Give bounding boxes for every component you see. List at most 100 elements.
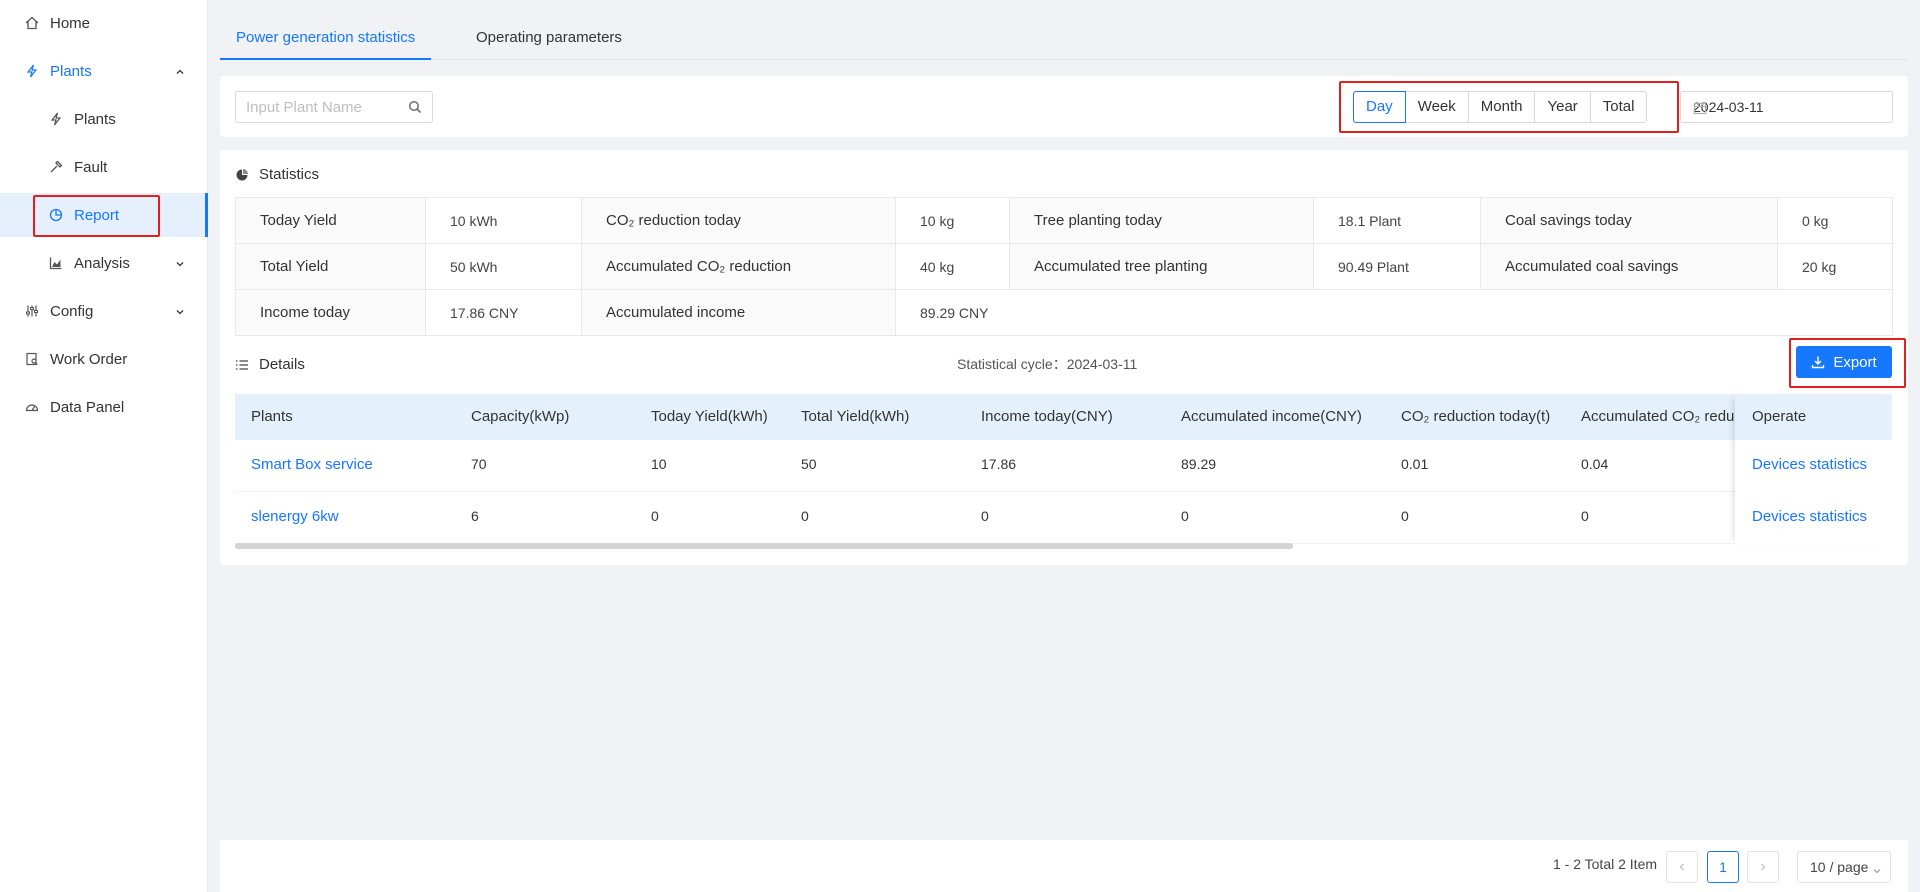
pagination-total: 1 - 2 Total 2 Item: [1553, 856, 1658, 872]
period-selector: Day Week Month Year Total: [1353, 91, 1648, 123]
list-icon: [235, 358, 249, 372]
nav-home[interactable]: Home: [0, 1, 208, 45]
nav-report-label: Report: [74, 206, 120, 224]
col-today-yield: Today Yield(kWh): [651, 408, 768, 425]
col-operate: Operate: [1752, 408, 1807, 425]
sidebar: Home Plants Plants Fault Report Analysis: [0, 0, 208, 892]
filter-bar: Day Week Month Year Total 2024-03-11: [220, 76, 1908, 137]
chevron-down-icon: [174, 257, 186, 269]
col-plants: Plants: [251, 408, 293, 425]
table-cell: 0: [1181, 508, 1189, 524]
search-field[interactable]: [235, 91, 433, 123]
pie-chart-icon: [235, 168, 249, 182]
stat-value: 50 kWh: [425, 243, 582, 290]
chevron-left-icon: [1679, 863, 1684, 871]
home-icon: [24, 15, 40, 31]
nav-analysis[interactable]: Analysis: [0, 241, 208, 285]
table-cell: 0.04: [1581, 456, 1609, 472]
prev-page-button[interactable]: [1666, 851, 1698, 883]
stat-value: 40 kg: [895, 243, 1010, 290]
stat-value: 20 kg: [1777, 243, 1893, 290]
devices-statistics-link[interactable]: Devices statistics: [1752, 456, 1867, 473]
stat-label: Accumulated income: [581, 289, 896, 336]
next-page-button[interactable]: [1747, 851, 1779, 883]
nav-work-order-label: Work Order: [50, 350, 128, 368]
export-button[interactable]: Export: [1796, 346, 1892, 378]
stat-label: Tree planting today: [1009, 197, 1314, 244]
statistics-title: Statistics: [259, 166, 320, 183]
table-header: Plants Capacity(kWp) Today Yield(kWh) To…: [235, 394, 1892, 440]
table-cell: 17.86: [981, 456, 1017, 472]
table-cell: 89.29: [1181, 456, 1217, 472]
col-capacity: Capacity(kWp): [471, 408, 570, 425]
tab-power-generation-statistics[interactable]: Power generation statistics: [220, 18, 432, 60]
nav-analysis-label: Analysis: [74, 254, 130, 272]
details-title: Details: [259, 356, 305, 373]
sliders-icon: [24, 303, 40, 319]
nav-plants-group-label: Plants: [50, 62, 92, 80]
page-size-select[interactable]: 10 / page: [1797, 851, 1891, 883]
period-total-button[interactable]: Total: [1589, 91, 1648, 123]
period-year-button[interactable]: Year: [1534, 91, 1591, 123]
lightning-icon: [24, 63, 40, 79]
col-total-yield: Total Yield(kWh): [801, 408, 910, 425]
stat-value: 10 kWh: [425, 197, 582, 244]
date-picker[interactable]: 2024-03-11: [1680, 91, 1893, 123]
table-row: slenergy 6kw 6 0 0 0 0 0 0: [235, 492, 1892, 544]
nav-work-order[interactable]: Work Order: [0, 337, 208, 381]
chevron-down-icon: [174, 305, 186, 317]
stats-row: Total Yield 50 kWh Accumulated CO₂ reduc…: [235, 243, 1893, 290]
nav-report[interactable]: Report: [0, 193, 208, 237]
table-cell: 0: [981, 508, 989, 524]
nav-config[interactable]: Config: [0, 289, 208, 333]
area-chart-icon: [48, 255, 64, 271]
stat-label: Total Yield: [235, 243, 426, 290]
table-cell: 0: [1581, 508, 1589, 524]
hammer-icon: [48, 159, 64, 175]
plant-name-input[interactable]: [246, 92, 396, 122]
period-day-button[interactable]: Day: [1353, 91, 1406, 123]
search-icon[interactable]: [408, 100, 422, 114]
stat-label: CO₂ reduction today: [581, 197, 896, 244]
stat-label: Accumulated coal savings: [1480, 243, 1778, 290]
stat-label: Accumulated tree planting: [1009, 243, 1314, 290]
table-cell: 70: [471, 456, 487, 472]
document-search-icon: [24, 351, 40, 367]
details-header: Details: [235, 356, 305, 373]
nav-plants-group[interactable]: Plants: [0, 49, 208, 93]
col-co2-today: CO₂ reduction today(t): [1401, 408, 1551, 425]
nav-home-label: Home: [50, 14, 91, 32]
nav-data-panel[interactable]: Data Panel: [0, 385, 208, 429]
period-week-button[interactable]: Week: [1404, 91, 1469, 123]
download-icon: [1812, 356, 1825, 369]
stat-value: 90.49 Plant: [1313, 243, 1481, 290]
export-button-label: Export: [1833, 353, 1877, 371]
statistical-cycle-value: 2024-03-11: [1066, 356, 1138, 372]
page-1-button[interactable]: 1: [1707, 851, 1739, 883]
dashboard-icon: [24, 399, 40, 415]
table-cell: 6: [471, 508, 479, 524]
table-cell: 0: [1401, 508, 1409, 524]
pagination: 1 - 2 Total 2 Item 1 10 / page: [220, 840, 1908, 892]
plant-link[interactable]: Smart Box service: [251, 456, 373, 473]
chevron-down-icon: [1872, 863, 1882, 874]
devices-statistics-link[interactable]: Devices statistics: [1752, 508, 1867, 525]
table-cell: 50: [801, 456, 817, 472]
plant-link[interactable]: slenergy 6kw: [251, 508, 339, 525]
nav-fault-label: Fault: [74, 158, 108, 176]
statistics-table: Today Yield 10 kWh CO₂ reduction today 1…: [235, 197, 1893, 336]
horizontal-scrollbar[interactable]: [235, 543, 1293, 549]
table-row: Smart Box service 70 10 50 17.86 89.29 0…: [235, 440, 1892, 492]
lightning-icon: [48, 111, 64, 127]
chevron-up-icon: [174, 65, 186, 77]
statistical-cycle: Statistical cycle：2024-03-11: [957, 354, 1137, 374]
stats-row: Today Yield 10 kWh CO₂ reduction today 1…: [235, 197, 1893, 244]
stat-label: Coal savings today: [1480, 197, 1778, 244]
period-month-button[interactable]: Month: [1467, 91, 1536, 123]
stat-value: 0 kg: [1777, 197, 1893, 244]
nav-plants[interactable]: Plants: [0, 97, 208, 141]
stat-value: 89.29 CNY: [895, 289, 1893, 336]
tab-operating-parameters[interactable]: Operating parameters: [460, 18, 638, 60]
nav-fault[interactable]: Fault: [0, 145, 208, 189]
page-size-value: 10 / page: [1810, 859, 1869, 875]
